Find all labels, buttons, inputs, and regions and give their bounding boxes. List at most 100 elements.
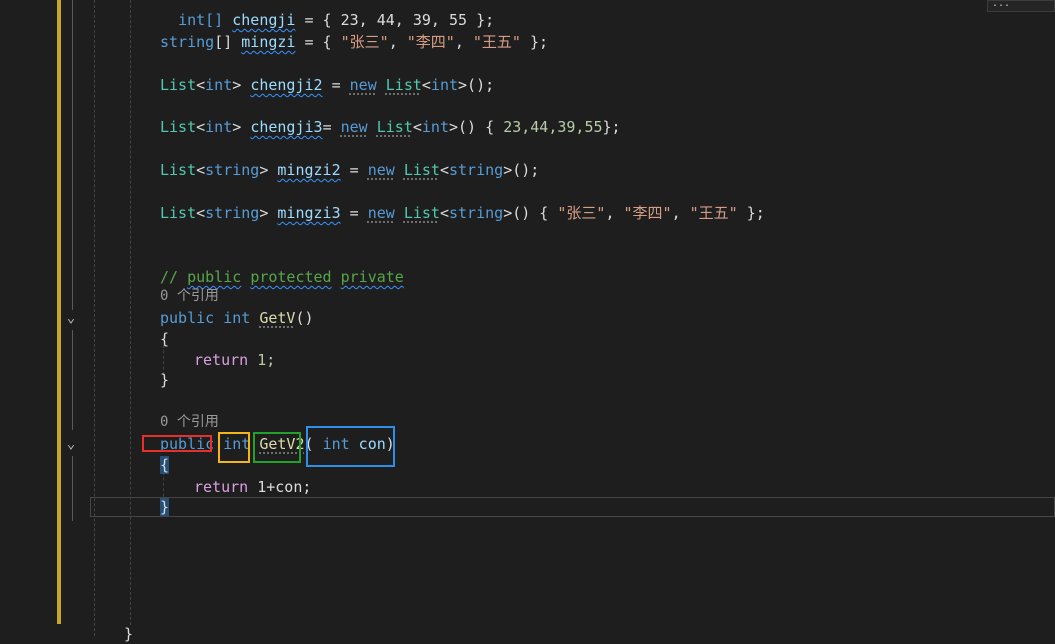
code-text: = { 23, 44, 39, 55 }; xyxy=(295,11,495,29)
return-type: int xyxy=(223,309,251,327)
code-text: }; xyxy=(602,118,621,136)
code-text: ( xyxy=(304,435,314,453)
code-line: int[] chengji = { 23, 44, 39, 55 }; xyxy=(160,0,494,29)
identifier: chengji xyxy=(232,11,296,29)
code-text: }; xyxy=(737,204,765,222)
type-name: List xyxy=(403,204,440,222)
code-text: , xyxy=(454,33,473,51)
string-literal: "李四" xyxy=(406,33,455,51)
type-keyword: int[] xyxy=(178,11,233,29)
access-modifier: public xyxy=(160,309,215,327)
code-text: < xyxy=(421,76,431,94)
fold-guide-line xyxy=(72,456,73,521)
change-indicator-bar xyxy=(57,0,61,624)
type-keyword: string xyxy=(449,161,504,179)
code-text: < xyxy=(196,76,206,94)
code-text: > xyxy=(232,118,251,136)
identifier: chengji2 xyxy=(250,76,323,94)
comment-text xyxy=(332,268,341,286)
identifier: mingzi3 xyxy=(277,204,341,222)
type-name: List xyxy=(376,118,413,136)
method-name: GetV2 xyxy=(259,435,305,453)
return-value: 1; xyxy=(248,351,276,369)
new-keyword: new xyxy=(367,161,395,179)
return-keyword: return xyxy=(194,478,249,496)
codelens-references[interactable]: 0 个引用 xyxy=(160,412,219,432)
type-keyword: int xyxy=(205,118,233,136)
type-keyword: string xyxy=(449,204,504,222)
code-line: List<string> mingzi3 = new List<string>(… xyxy=(160,203,765,223)
codelens-references[interactable]: 0 个引用 xyxy=(160,286,219,306)
type-name: List xyxy=(160,204,197,222)
code-text: [] xyxy=(214,33,242,51)
overflow-button[interactable]: ... xyxy=(987,0,1055,12)
fold-guide-line xyxy=(72,330,73,430)
string-literal: "王五" xyxy=(689,204,738,222)
type-keyword: int xyxy=(421,118,449,136)
overflow-label: ... xyxy=(992,0,1011,9)
code-line: public int GetV2( int con) xyxy=(160,434,395,454)
comment-text: public xyxy=(187,268,242,286)
code-line: } xyxy=(124,624,133,644)
number-literal: 23,44,39,55 xyxy=(503,118,603,136)
type-name: List xyxy=(403,161,440,179)
string-literal: "张三" xyxy=(557,204,606,222)
type-keyword: string xyxy=(205,204,260,222)
code-text: , xyxy=(671,204,690,222)
new-keyword: new xyxy=(340,118,368,136)
indent-guide xyxy=(94,0,95,636)
parameter-name: con xyxy=(349,435,386,453)
type-name: List xyxy=(160,76,197,94)
code-line: { xyxy=(160,455,170,475)
type-keyword: string xyxy=(205,161,260,179)
code-line: } xyxy=(160,370,169,390)
code-text: , xyxy=(388,33,407,51)
close-brace: } xyxy=(160,371,170,389)
string-literal: "王五" xyxy=(472,33,521,51)
open-brace: { xyxy=(160,456,170,474)
code-text: >(); xyxy=(503,161,540,179)
code-line: return 1; xyxy=(194,350,275,370)
code-text: >() { xyxy=(503,204,558,222)
access-modifier: public xyxy=(160,435,215,453)
code-text: >(); xyxy=(458,76,495,94)
new-keyword: new xyxy=(367,204,395,222)
code-text: = xyxy=(340,161,368,179)
identifier: chengji3 xyxy=(250,118,323,136)
collapse-chevron-icon[interactable]: ⌄ xyxy=(64,311,78,325)
return-type: int xyxy=(223,435,251,453)
code-text: > xyxy=(259,204,278,222)
close-brace: } xyxy=(124,625,134,643)
method-name: GetV xyxy=(259,309,296,327)
indent-guide xyxy=(130,0,131,625)
return-keyword: return xyxy=(194,351,249,369)
fold-guide-line xyxy=(72,0,73,310)
code-text: () xyxy=(295,309,314,327)
type-name: List xyxy=(160,161,197,179)
comment-line: // public protected private xyxy=(160,267,404,287)
code-line: return 1+con; xyxy=(194,477,311,497)
type-keyword: int xyxy=(205,76,233,94)
comment-text xyxy=(241,268,250,286)
identifier: mingzi2 xyxy=(277,161,341,179)
code-line: } xyxy=(160,497,170,517)
type-keyword: string xyxy=(160,33,215,51)
code-text: < xyxy=(439,161,449,179)
code-line: public int GetV() xyxy=(160,308,314,328)
code-text: ) xyxy=(385,435,395,453)
code-text: > xyxy=(259,161,278,179)
code-line: string[] mingzi = { "张三", "李四", "王五" }; xyxy=(160,32,548,52)
string-literal: "张三" xyxy=(340,33,389,51)
comment-text: private xyxy=(340,268,404,286)
open-brace: { xyxy=(160,330,170,348)
code-text: = xyxy=(322,118,341,136)
collapse-chevron-icon[interactable]: ⌄ xyxy=(64,437,78,451)
code-text: < xyxy=(196,204,206,222)
code-text: < xyxy=(196,161,206,179)
